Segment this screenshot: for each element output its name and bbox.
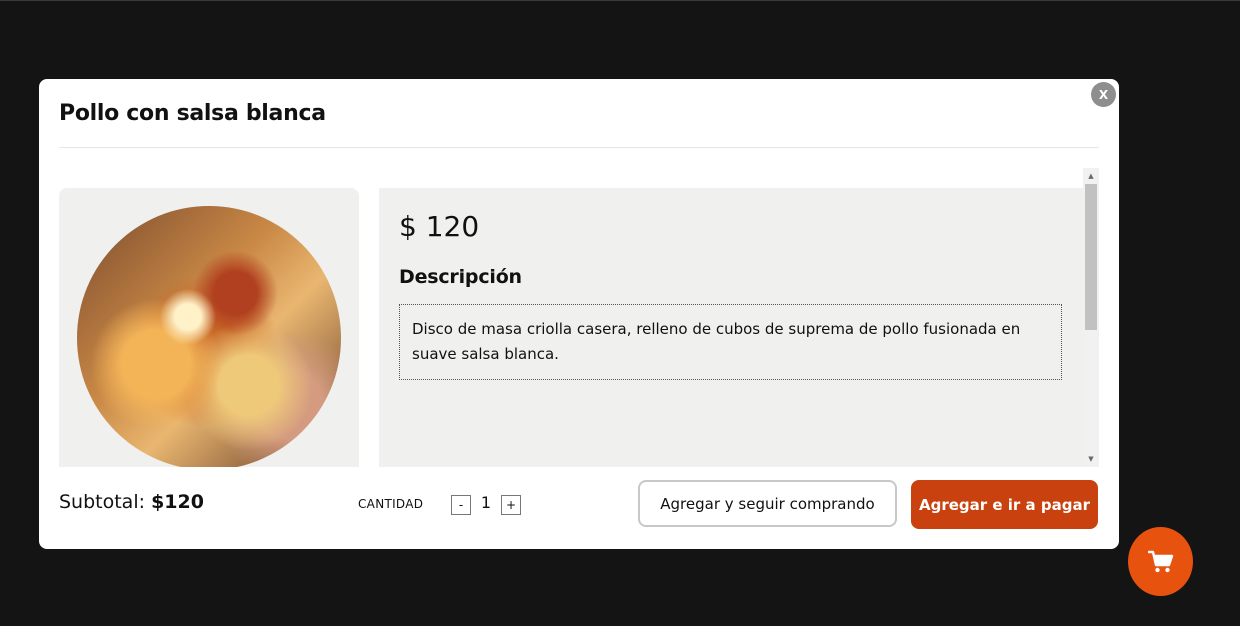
add-and-pay-button[interactable]: Agregar e ir a pagar — [911, 480, 1098, 529]
quantity-increment-button[interactable]: + — [501, 495, 521, 515]
subtotal-value: $120 — [151, 491, 204, 513]
product-title: Pollo con salsa blanca — [59, 101, 326, 126]
product-image-panel — [59, 188, 359, 467]
cart-button[interactable] — [1128, 527, 1193, 596]
title-divider — [59, 147, 1099, 148]
quantity-value: 1 — [480, 493, 492, 512]
description-heading: Descripción — [399, 266, 522, 288]
quantity-decrement-button[interactable]: - — [451, 495, 471, 515]
scroll-down-arrow-icon[interactable]: ▼ — [1083, 451, 1099, 467]
scrollbar-thumb[interactable] — [1085, 184, 1097, 330]
close-button[interactable]: X — [1091, 82, 1116, 107]
scroll-up-arrow-icon[interactable]: ▲ — [1083, 168, 1099, 184]
product-modal: Pollo con salsa blanca $ 120 Descripción… — [39, 79, 1119, 549]
subtotal-label: Subtotal: — [59, 491, 146, 513]
product-image — [77, 206, 341, 467]
quantity-label: CANTIDAD — [358, 497, 424, 511]
product-info-panel: $ 120 Descripción Disco de masa criolla … — [379, 188, 1083, 467]
add-and-continue-button[interactable]: Agregar y seguir comprando — [638, 480, 897, 527]
subtotal: Subtotal: $120 — [59, 491, 204, 513]
window-top-border — [0, 0, 1240, 1]
description-text: Disco de masa criolla casera, relleno de… — [399, 304, 1062, 380]
product-price: $ 120 — [399, 210, 480, 243]
cart-icon — [1147, 550, 1173, 572]
close-icon: X — [1098, 87, 1109, 102]
scrollbar[interactable]: ▲ ▼ — [1083, 168, 1099, 467]
